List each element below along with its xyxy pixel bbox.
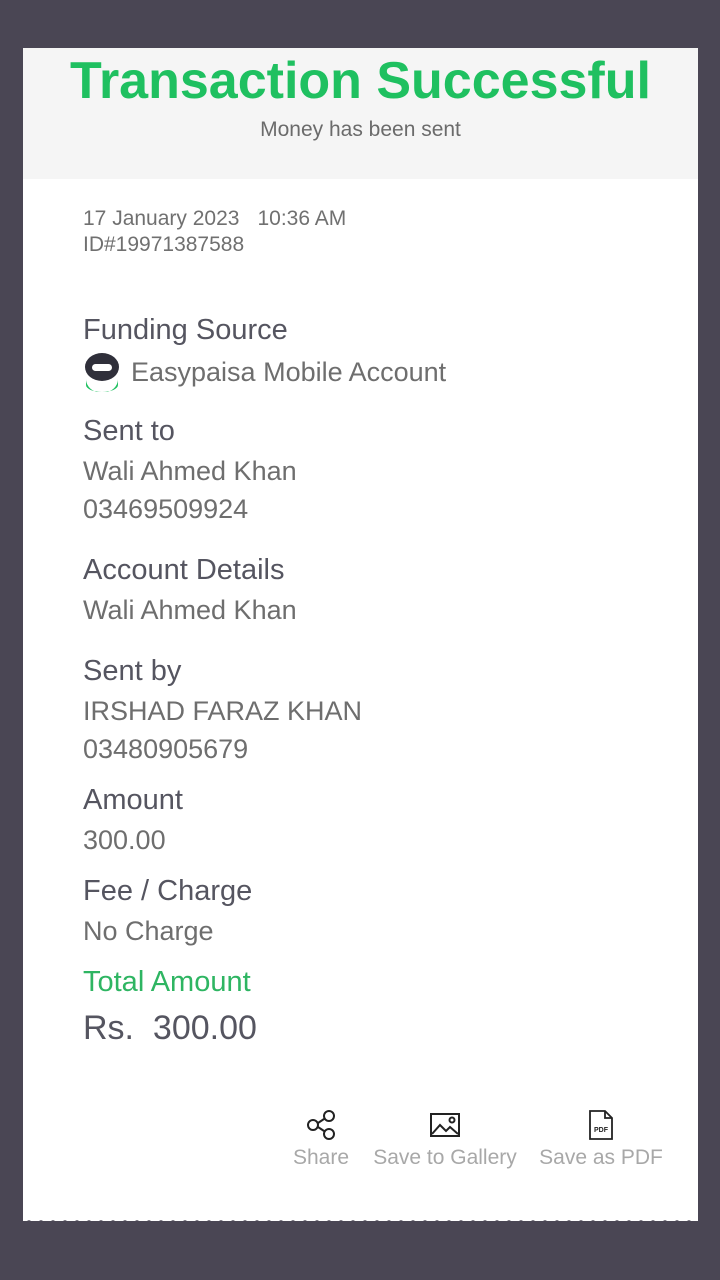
account-details-label: Account Details xyxy=(83,554,285,586)
page-title: Transaction Successful xyxy=(70,52,651,110)
easypaisa-logo-icon xyxy=(85,353,119,392)
save-to-gallery-label: Save to Gallery xyxy=(373,1146,517,1169)
save-to-gallery-button[interactable]: Save to Gallery xyxy=(369,1110,521,1170)
funding-source-label: Funding Source xyxy=(83,314,288,346)
total-amount-value: Rs. 300.00 xyxy=(83,1008,257,1048)
transaction-time: 10:36 AM xyxy=(257,207,347,230)
fee-value: No Charge xyxy=(83,916,214,946)
funding-source-row: Easypaisa Mobile Account xyxy=(83,352,446,392)
save-as-pdf-label: Save as PDF xyxy=(539,1146,663,1169)
sent-to-label: Sent to xyxy=(83,415,175,447)
save-as-pdf-button[interactable]: PDF Save as PDF xyxy=(537,1110,665,1170)
share-icon xyxy=(307,1110,335,1140)
transaction-date: 17 January 2023 xyxy=(83,207,240,230)
sent-by-label: Sent by xyxy=(83,655,182,687)
share-button[interactable]: Share xyxy=(285,1110,357,1170)
receipt-card: Transaction Successful Money has been se… xyxy=(23,48,698,1221)
share-label: Share xyxy=(292,1146,350,1169)
sender-number: 03480905679 xyxy=(83,734,249,764)
recipient-name: Wali Ahmed Khan xyxy=(83,456,297,486)
funding-source-value: Easypaisa Mobile Account xyxy=(131,357,447,387)
pdf-file-icon: PDF xyxy=(589,1110,613,1140)
transaction-datetime: 17 January 2023 10:36 AM xyxy=(83,207,346,231)
page-subtitle: Money has been sent xyxy=(260,118,461,141)
transaction-id: ID#19971387588 xyxy=(83,233,245,256)
amount-label: Amount xyxy=(83,784,183,816)
recipient-number: 03469509924 xyxy=(83,494,249,524)
gallery-icon xyxy=(430,1113,460,1137)
account-holder-name: Wali Ahmed Khan xyxy=(83,595,297,625)
total-amount-number: 300.00 xyxy=(152,1009,257,1047)
amount-value: 300.00 xyxy=(83,825,166,855)
pdf-icon-text: PDF xyxy=(594,1127,609,1134)
receipt-scalloped-edge xyxy=(23,1215,698,1223)
total-amount-label: Total Amount xyxy=(83,966,251,998)
receipt-header: Transaction Successful Money has been se… xyxy=(23,48,698,179)
sender-name: IRSHAD FARAZ KHAN xyxy=(83,696,363,726)
action-bar: Share Save to Gallery PDF Save as PDF xyxy=(23,1110,698,1180)
currency-label: Rs. xyxy=(83,1009,134,1047)
fee-label: Fee / Charge xyxy=(83,875,253,907)
